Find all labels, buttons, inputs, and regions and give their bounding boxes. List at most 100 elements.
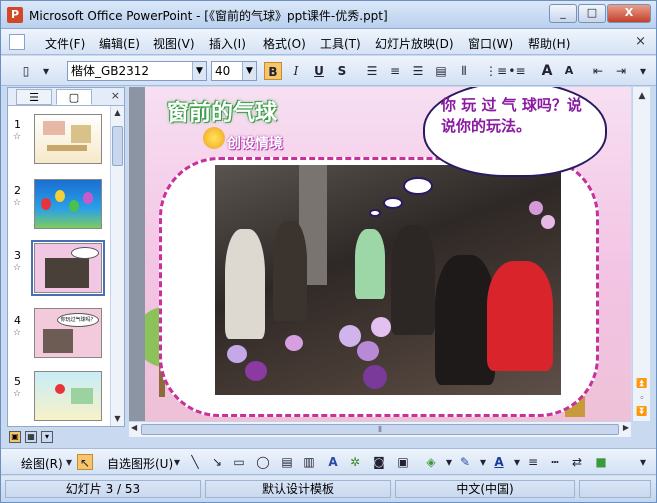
clipart-icon[interactable]: ◙: [371, 454, 387, 470]
vertical-textbox-icon[interactable]: ▥: [301, 454, 317, 470]
balloon: [227, 345, 247, 363]
scroll-right-icon[interactable]: ▶: [623, 423, 629, 432]
menu-file[interactable]: 文件(F): [45, 35, 85, 52]
scrollbar-thumb[interactable]: [112, 126, 123, 166]
line-color-icon[interactable]: ✎: [457, 454, 473, 470]
autoshapes-menu-button[interactable]: 自选图形(U): [107, 455, 173, 472]
toolbar-options-icon[interactable]: ▾: [37, 62, 55, 80]
speech-bubble-text[interactable]: 你 玩 过 气 球吗？说说你的玩法。: [441, 95, 591, 137]
balloon: [357, 341, 379, 361]
slide-sorter-view-icon[interactable]: ▦: [25, 431, 37, 443]
vertical-text-icon[interactable]: ⫴: [455, 62, 473, 80]
slide-vertical-scrollbar[interactable]: ▲ ⏫ ◦ ⏬: [632, 87, 650, 421]
next-slide-icon[interactable]: ⏬: [635, 405, 649, 419]
toolbar-options-icon[interactable]: ▾: [634, 62, 652, 80]
slide-thumbnail-1[interactable]: [34, 114, 102, 164]
menu-view[interactable]: 视图(V): [153, 35, 195, 52]
new-document-icon[interactable]: ▯: [17, 62, 35, 80]
menu-format[interactable]: 格式(O): [263, 35, 306, 52]
previous-slide-icon[interactable]: ⏫: [635, 377, 649, 391]
shadow-button[interactable]: S: [333, 62, 351, 80]
select-objects-icon[interactable]: ↖: [77, 454, 93, 470]
line-tool-icon[interactable]: ╲: [187, 454, 203, 470]
chevron-down-icon[interactable]: ▾: [169, 454, 185, 470]
scroll-left-icon[interactable]: ◀: [131, 423, 137, 432]
maximize-button[interactable]: □: [578, 4, 606, 23]
chevron-down-icon[interactable]: ▾: [475, 454, 491, 470]
textbox-tool-icon[interactable]: ▤: [279, 454, 295, 470]
current-slide[interactable]: 你 玩 过 气 球吗？说说你的玩法。 窗前的气球 创设情境: [145, 87, 631, 421]
chevron-down-icon[interactable]: ▾: [441, 454, 457, 470]
slide-thumbnail-3[interactable]: [31, 240, 105, 296]
rectangle-tool-icon[interactable]: ▭: [231, 454, 247, 470]
menu-insert[interactable]: 插入(I): [209, 35, 246, 52]
slide-horizontal-scrollbar[interactable]: ◀ ⦀ ▶: [129, 421, 631, 437]
increase-indent-icon[interactable]: ⇥: [612, 62, 630, 80]
balloon: [245, 361, 267, 381]
slide-thumbnail-5[interactable]: [34, 371, 102, 421]
fill-color-icon[interactable]: ◈: [423, 454, 439, 470]
slides-pane: ☰ ▢ × 1 ☆ 2 ☆ 3 ☆ 4 ☆ 你玩过气球吗？ 5 ☆ ▲ ▼: [7, 87, 125, 427]
wordart-icon[interactable]: A: [325, 454, 341, 470]
slide-number: 2: [14, 184, 21, 197]
draw-menu-button[interactable]: 绘图(R): [21, 455, 63, 472]
close-button[interactable]: X: [607, 4, 651, 23]
normal-view-icon[interactable]: ▣: [9, 431, 21, 443]
chevron-down-icon[interactable]: ▾: [509, 454, 525, 470]
italic-button[interactable]: I: [287, 62, 305, 80]
minimize-button[interactable]: _: [549, 4, 577, 23]
arrow-style-icon[interactable]: ⇄: [569, 454, 585, 470]
scroll-up-icon[interactable]: ▲: [111, 106, 124, 119]
close-pane-icon[interactable]: ×: [111, 89, 120, 102]
thought-dot: [403, 177, 433, 195]
select-browse-object-icon[interactable]: ◦: [635, 392, 649, 406]
view-buttons: ▣ ▦ ▾: [7, 429, 125, 445]
dash-style-icon[interactable]: ┅: [547, 454, 563, 470]
star-icon: ☆: [13, 198, 22, 208]
slides-pane-scrollbar[interactable]: ▲ ▼: [110, 106, 124, 426]
slide-subtitle[interactable]: 创设情境: [227, 133, 283, 153]
toolbar-options-icon[interactable]: ▾: [635, 454, 651, 470]
font-color-icon[interactable]: A: [491, 454, 507, 470]
bullets-icon[interactable]: •≡: [508, 62, 526, 80]
align-left-icon[interactable]: ☰: [363, 62, 381, 80]
oval-tool-icon[interactable]: ◯: [255, 454, 271, 470]
menu-help[interactable]: 帮助(H): [528, 35, 570, 52]
font-size-select[interactable]: 40 ▼: [211, 61, 257, 81]
chevron-down-icon[interactable]: ▾: [61, 454, 77, 470]
tab-outline[interactable]: ☰: [16, 89, 52, 105]
align-center-icon[interactable]: ≡: [386, 62, 404, 80]
menu-tools[interactable]: 工具(T): [320, 35, 361, 52]
numbering-icon[interactable]: ⋮≡: [485, 62, 507, 80]
document-icon[interactable]: [9, 34, 25, 50]
slideshow-view-icon[interactable]: ▾: [41, 431, 53, 443]
scroll-down-icon[interactable]: ▼: [111, 412, 124, 425]
arrow-tool-icon[interactable]: ↘: [209, 454, 225, 470]
slide-thumbnail-2[interactable]: [34, 179, 102, 229]
scroll-up-icon[interactable]: ▲: [635, 89, 649, 103]
powerpoint-app-icon[interactable]: P: [7, 7, 23, 23]
menu-window[interactable]: 窗口(W): [468, 35, 513, 52]
tab-slides[interactable]: ▢: [56, 89, 92, 105]
underline-button[interactable]: U: [310, 62, 328, 80]
design-template-name[interactable]: 默认设计模板: [205, 480, 391, 498]
decrease-indent-icon[interactable]: ⇤: [589, 62, 607, 80]
menu-slideshow[interactable]: 幻灯片放映(D): [375, 35, 454, 52]
menu-edit[interactable]: 编辑(E): [99, 35, 140, 52]
shadow-style-icon[interactable]: ■: [593, 454, 609, 470]
close-document-icon[interactable]: ×: [635, 34, 646, 49]
align-right-icon[interactable]: ☰: [409, 62, 427, 80]
bold-button[interactable]: B: [264, 62, 282, 80]
slide-title[interactable]: 窗前的气球: [167, 95, 277, 127]
line-style-icon[interactable]: ≡: [525, 454, 541, 470]
chevron-down-icon[interactable]: ▼: [192, 62, 206, 80]
slide-thumbnail-4[interactable]: 你玩过气球吗？: [34, 308, 102, 358]
diagram-icon[interactable]: ✲: [347, 454, 363, 470]
picture-icon[interactable]: ▣: [395, 454, 411, 470]
shrink-font-button[interactable]: A: [560, 62, 578, 80]
distribute-icon[interactable]: ▤: [432, 62, 450, 80]
scrollbar-thumb[interactable]: ⦀: [141, 424, 619, 435]
font-name-select[interactable]: 楷体_GB2312 ▼: [67, 61, 207, 81]
grow-font-button[interactable]: A: [538, 62, 556, 80]
chevron-down-icon[interactable]: ▼: [242, 62, 256, 80]
